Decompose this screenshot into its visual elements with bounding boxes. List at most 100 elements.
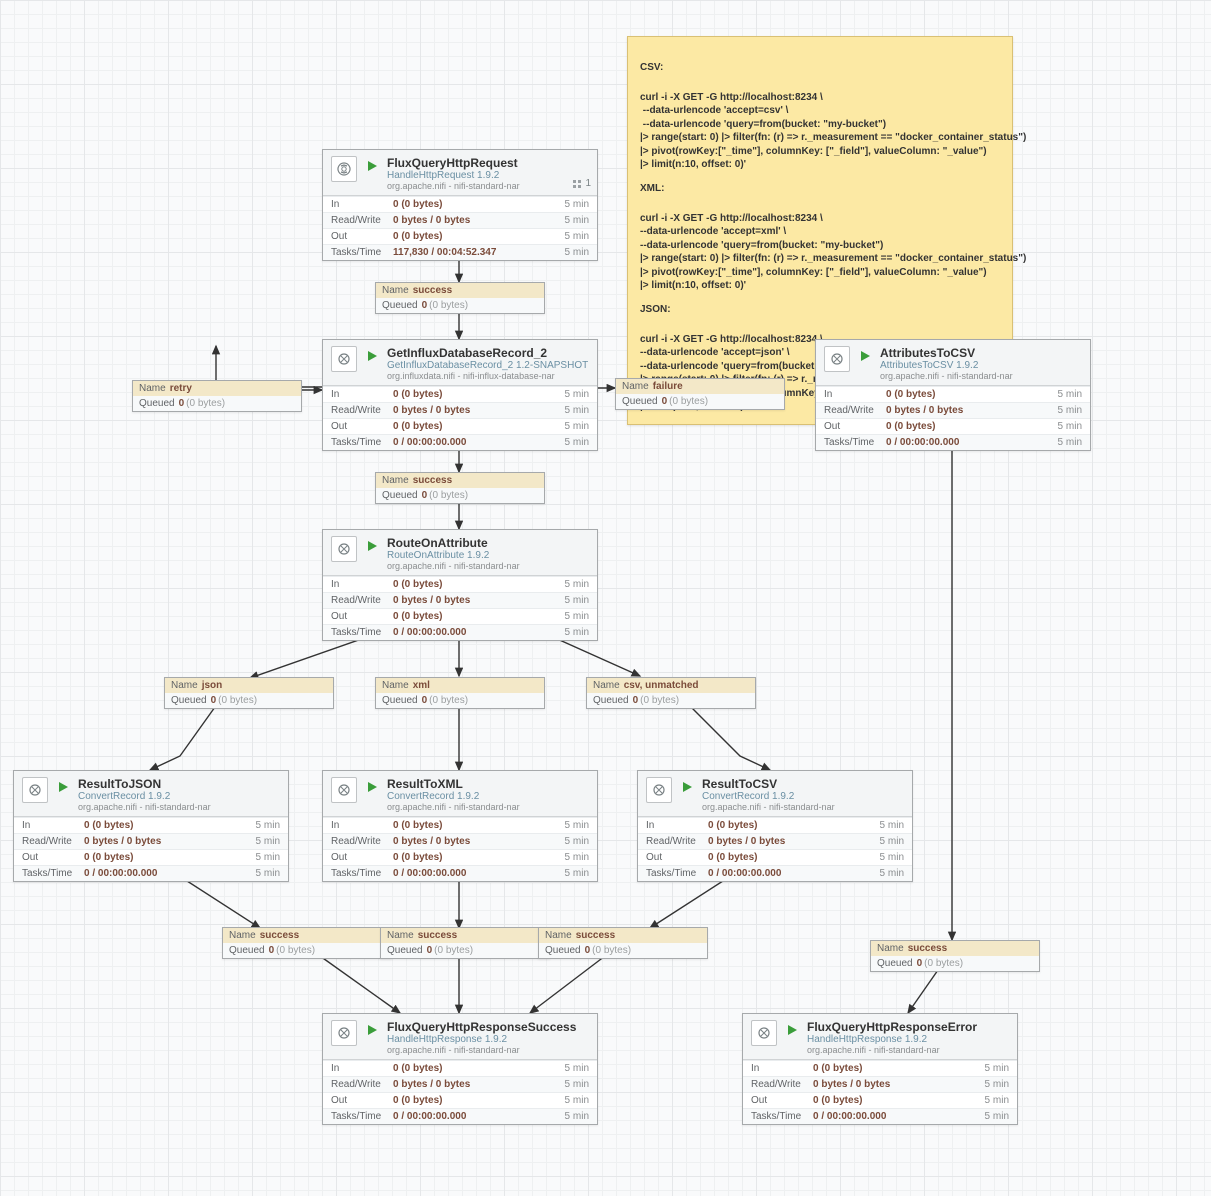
note-h1: CSV: <box>640 61 1000 75</box>
processor-type: ConvertRecord 1.9.2 <box>387 791 589 802</box>
processor-icon <box>751 1020 777 1046</box>
stat-out: 0 (0 bytes) <box>393 1095 555 1106</box>
processor-name: ResultToXML <box>387 777 589 791</box>
processor-type: AttributesToCSV 1.9.2 <box>880 360 1082 371</box>
stat-in: 0 (0 bytes) <box>393 199 555 210</box>
stat-in: 0 (0 bytes) <box>708 820 870 831</box>
run-status-icon <box>858 350 872 362</box>
connection-xml[interactable]: Namexml Queued0(0 bytes) <box>375 677 545 709</box>
stat-in: 0 (0 bytes) <box>813 1063 975 1074</box>
processor-result-to-json[interactable]: ResultToJSON ConvertRecord 1.9.2 org.apa… <box>13 770 289 882</box>
conn-q: 0 <box>211 695 217 706</box>
processor-icon <box>331 1020 357 1046</box>
stat-tt: 0 / 00:00:00.000 <box>708 868 870 879</box>
stat-rw: 0 bytes / 0 bytes <box>393 595 555 606</box>
connection-success-xml[interactable]: Namesuccess Queued0(0 bytes) <box>380 927 550 959</box>
stat-rw: 0 bytes / 0 bytes <box>708 836 870 847</box>
processor-attributes-to-csv[interactable]: AttributesToCSV AttributesToCSV 1.9.2 or… <box>815 339 1091 451</box>
connection-success-error[interactable]: Namesuccess Queued0(0 bytes) <box>870 940 1040 972</box>
processor-get-influx-record[interactable]: GetInfluxDatabaseRecord_2 GetInfluxDatab… <box>322 339 598 451</box>
processor-bundle: org.apache.nifi - nifi-standard-nar <box>387 561 589 571</box>
processor-icon <box>331 777 357 803</box>
note-h3: JSON: <box>640 303 1000 317</box>
connection-json[interactable]: Namejson Queued0(0 bytes) <box>164 677 334 709</box>
stat-out: 0 (0 bytes) <box>813 1095 975 1106</box>
connection-success-csv[interactable]: Namesuccess Queued0(0 bytes) <box>538 927 708 959</box>
processor-type: ConvertRecord 1.9.2 <box>702 791 904 802</box>
processor-response-success[interactable]: FluxQueryHttpResponseSuccess HandleHttpR… <box>322 1013 598 1125</box>
processor-type: ConvertRecord 1.9.2 <box>78 791 280 802</box>
processor-type: GetInfluxDatabaseRecord_2 1.2-SNAPSHOT <box>387 360 589 371</box>
conn-name: csv, unmatched <box>624 680 699 691</box>
processor-name: ResultToJSON <box>78 777 280 791</box>
stat-out: 0 (0 bytes) <box>393 611 555 622</box>
stat-rw: 0 bytes / 0 bytes <box>393 1079 555 1090</box>
stat-in: 0 (0 bytes) <box>393 389 555 400</box>
processor-name: GetInfluxDatabaseRecord_2 <box>387 346 589 360</box>
connection-retry[interactable]: Nameretry Queued0(0 bytes) <box>132 380 302 412</box>
connection-success-1[interactable]: Namesuccess Queued0(0 bytes) <box>375 282 545 314</box>
processor-flux-query-http-request[interactable]: FluxQueryHttpRequest HandleHttpRequest 1… <box>322 149 598 261</box>
run-status-icon <box>365 1024 379 1036</box>
processor-result-to-xml[interactable]: ResultToXML ConvertRecord 1.9.2 org.apac… <box>322 770 598 882</box>
stat-out: 0 (0 bytes) <box>393 852 555 863</box>
note-h2: XML: <box>640 182 1000 196</box>
stat-in: 0 (0 bytes) <box>393 579 555 590</box>
processor-type: HandleHttpRequest 1.9.2 <box>387 170 589 181</box>
conn-q: 0 <box>422 300 428 311</box>
processor-route-on-attribute[interactable]: RouteOnAttribute RouteOnAttribute 1.9.2 … <box>322 529 598 641</box>
processor-response-error[interactable]: FluxQueryHttpResponseError HandleHttpRes… <box>742 1013 1018 1125</box>
processor-bundle: org.apache.nifi - nifi-standard-nar <box>78 802 280 812</box>
stat-rw: 0 bytes / 0 bytes <box>393 405 555 416</box>
processor-name: FluxQueryHttpResponseError <box>807 1020 1009 1034</box>
processor-bundle: org.apache.nifi - nifi-standard-nar <box>807 1045 1009 1055</box>
run-status-icon <box>365 781 379 793</box>
conn-name: success <box>413 285 452 296</box>
stat-tt: 0 / 00:00:00.000 <box>393 627 555 638</box>
processor-icon <box>331 536 357 562</box>
stat-out: 0 (0 bytes) <box>886 421 1048 432</box>
stat-in: 0 (0 bytes) <box>886 389 1048 400</box>
connection-success-json[interactable]: Namesuccess Queued0(0 bytes) <box>222 927 392 959</box>
stat-tt: 0 / 00:00:00.000 <box>813 1111 975 1122</box>
processor-name: FluxQueryHttpRequest <box>387 156 589 170</box>
conn-q: 0 <box>422 490 428 501</box>
processor-icon <box>646 777 672 803</box>
processor-name: FluxQueryHttpResponseSuccess <box>387 1020 589 1034</box>
connection-success-2[interactable]: Namesuccess Queued0(0 bytes) <box>375 472 545 504</box>
stat-out: 0 (0 bytes) <box>393 231 555 242</box>
connection-csv-unmatched[interactable]: Namecsv, unmatched Queued0(0 bytes) <box>586 677 756 709</box>
conn-q: 0 <box>633 695 639 706</box>
conn-name: retry <box>170 383 192 394</box>
stat-tt: 117,830 / 00:04:52.347 <box>393 247 555 258</box>
stat-out: 0 (0 bytes) <box>708 852 870 863</box>
connection-failure[interactable]: Namefailure Queued0(0 bytes) <box>615 378 785 410</box>
conn-q: 0 <box>179 398 185 409</box>
stat-tt: 0 / 00:00:00.000 <box>393 868 555 879</box>
processor-bundle: org.apache.nifi - nifi-standard-nar <box>387 1045 589 1055</box>
processor-type: HandleHttpResponse 1.9.2 <box>807 1034 1009 1045</box>
conn-name: json <box>202 680 223 691</box>
conn-name: success <box>908 943 947 954</box>
conn-q: 0 <box>662 396 668 407</box>
stat-tt: 0 / 00:00:00.000 <box>393 1111 555 1122</box>
processor-bundle: org.apache.nifi - nifi-standard-nar <box>387 181 589 191</box>
stat-rw: 0 bytes / 0 bytes <box>393 215 555 226</box>
note-b1: curl -i -X GET -G http://localhost:8234 … <box>640 92 1026 171</box>
run-status-icon <box>365 540 379 552</box>
processor-name: AttributesToCSV <box>880 346 1082 360</box>
conn-q: 0 <box>269 945 275 956</box>
thread-badge: 1 <box>572 178 591 189</box>
processor-result-to-csv[interactable]: ResultToCSV ConvertRecord 1.9.2 org.apac… <box>637 770 913 882</box>
processor-icon <box>824 346 850 372</box>
processor-icon <box>331 156 357 182</box>
processor-icon <box>22 777 48 803</box>
conn-q: 0 <box>422 695 428 706</box>
processor-type: HandleHttpResponse 1.9.2 <box>387 1034 589 1045</box>
conn-q: 0 <box>917 958 923 969</box>
processor-icon <box>331 346 357 372</box>
processor-bundle: org.influxdata.nifi - nifi-influx-databa… <box>387 371 589 381</box>
run-status-icon <box>785 1024 799 1036</box>
stat-rw: 0 bytes / 0 bytes <box>886 405 1048 416</box>
run-status-icon <box>365 350 379 362</box>
